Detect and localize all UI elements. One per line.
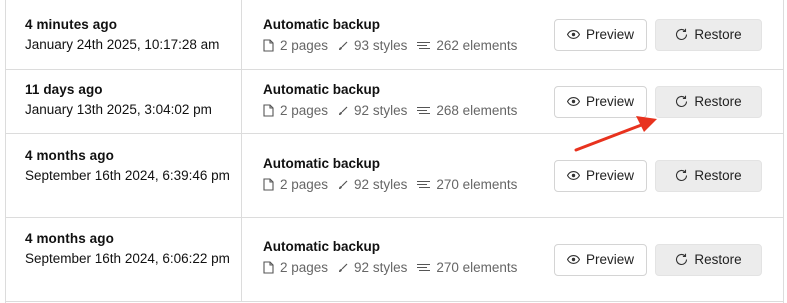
elements-count: 270 elements	[417, 260, 517, 275]
elements-lines-icon	[417, 41, 431, 49]
elements-count: 262 elements	[417, 38, 517, 53]
restore-arrow-icon	[676, 95, 688, 107]
version-row: 4 minutes ago January 24th 2025, 10:17:2…	[6, 0, 783, 70]
version-row: 4 months ago September 16th 2024, 6:06:2…	[6, 218, 783, 302]
eye-icon	[566, 97, 580, 106]
version-meta: 2 pages 93 styles 262 elements	[263, 38, 527, 53]
restore-button[interactable]: Restore	[655, 243, 762, 276]
styles-count: 92 styles	[338, 260, 407, 275]
version-actions: Preview Restore	[554, 218, 762, 301]
elements-lines-icon	[417, 180, 431, 188]
absolute-date: January 13th 2025, 3:04:02 pm	[25, 102, 212, 117]
styles-count: 92 styles	[338, 103, 407, 118]
version-meta: 2 pages 92 styles 268 elements	[263, 103, 527, 118]
elements-lines-icon	[417, 106, 431, 114]
version-actions: Preview Restore	[554, 134, 762, 217]
style-brush-icon	[339, 263, 348, 272]
preview-button[interactable]: Preview	[554, 18, 647, 51]
absolute-date: September 16th 2024, 6:39:46 pm	[25, 168, 230, 183]
page-icon	[263, 178, 274, 191]
restore-arrow-icon	[676, 169, 688, 181]
restore-button[interactable]: Restore	[655, 159, 762, 192]
elements-count: 270 elements	[417, 177, 517, 192]
style-brush-icon	[339, 106, 348, 115]
pages-count: 2 pages	[263, 103, 328, 118]
version-row: 4 months ago September 16th 2024, 6:39:4…	[6, 134, 783, 218]
elements-lines-icon	[417, 263, 431, 271]
restore-arrow-icon	[676, 28, 688, 40]
relative-time: 4 months ago	[25, 231, 114, 246]
version-date-cell: 4 months ago September 16th 2024, 6:06:2…	[6, 218, 242, 301]
eye-icon	[566, 255, 580, 264]
preview-button[interactable]: Preview	[554, 243, 647, 276]
relative-time: 11 days ago	[25, 82, 103, 97]
eye-icon	[566, 171, 580, 180]
pages-count: 2 pages	[263, 260, 328, 275]
pages-count: 2 pages	[263, 38, 328, 53]
version-info-cell: Automatic backup 2 pages 92 styles 268 e…	[263, 70, 527, 118]
absolute-date: January 24th 2025, 10:17:28 am	[25, 37, 220, 52]
preview-button[interactable]: Preview	[554, 85, 647, 118]
version-title: Automatic backup	[263, 17, 381, 32]
page-icon	[263, 104, 274, 117]
pages-count: 2 pages	[263, 177, 328, 192]
relative-time: 4 months ago	[25, 148, 114, 163]
restore-button[interactable]: Restore	[655, 18, 762, 51]
version-meta: 2 pages 92 styles 270 elements	[263, 177, 527, 192]
version-date-cell: 4 minutes ago January 24th 2025, 10:17:2…	[6, 0, 242, 69]
page-icon	[263, 261, 274, 274]
version-info-cell: Automatic backup 2 pages 92 styles 270 e…	[263, 134, 527, 192]
version-title: Automatic backup	[263, 156, 381, 171]
version-info-cell: Automatic backup 2 pages 92 styles 270 e…	[263, 218, 527, 275]
version-date-cell: 4 months ago September 16th 2024, 6:39:4…	[6, 134, 242, 217]
version-info-cell: Automatic backup 2 pages 93 styles 262 e…	[263, 0, 527, 53]
version-date-cell: 11 days ago January 13th 2025, 3:04:02 p…	[6, 70, 242, 133]
restore-button[interactable]: Restore	[655, 85, 762, 118]
styles-count: 93 styles	[338, 38, 407, 53]
page-icon	[263, 39, 274, 52]
styles-count: 92 styles	[338, 177, 407, 192]
absolute-date: September 16th 2024, 6:06:22 pm	[25, 251, 230, 266]
eye-icon	[566, 30, 580, 39]
version-actions: Preview Restore	[554, 0, 762, 69]
restore-arrow-icon	[676, 253, 688, 265]
preview-button[interactable]: Preview	[554, 159, 647, 192]
version-title: Automatic backup	[263, 239, 381, 254]
style-brush-icon	[339, 180, 348, 189]
relative-time: 4 minutes ago	[25, 17, 118, 32]
version-history-table: 4 minutes ago January 24th 2025, 10:17:2…	[5, 0, 784, 303]
elements-count: 268 elements	[417, 103, 517, 118]
version-meta: 2 pages 92 styles 270 elements	[263, 260, 527, 275]
version-row: 11 days ago January 13th 2025, 3:04:02 p…	[6, 70, 783, 134]
version-actions: Preview Restore	[554, 70, 762, 133]
style-brush-icon	[339, 41, 348, 50]
version-title: Automatic backup	[263, 82, 381, 97]
